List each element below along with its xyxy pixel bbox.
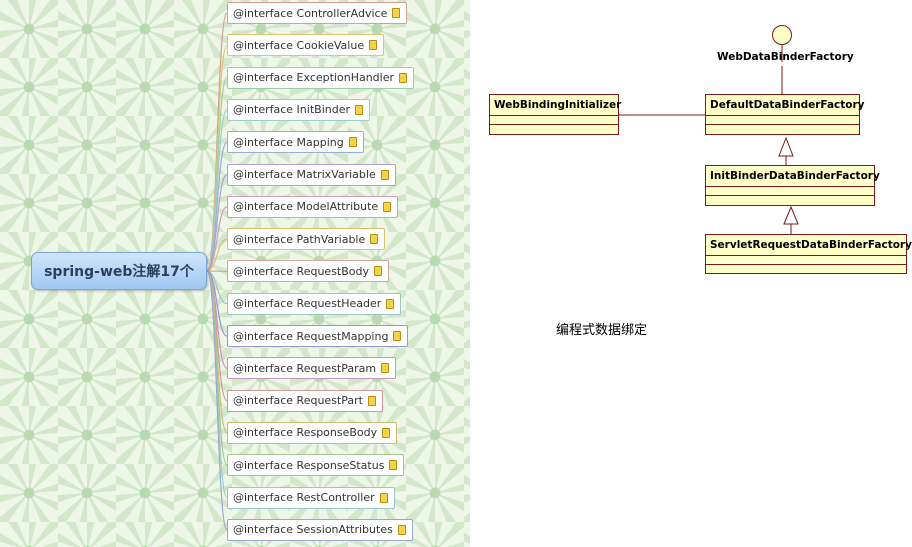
mindmap-branch-node[interactable]: @interface PathVariable bbox=[227, 228, 386, 251]
mindmap-branch-node[interactable]: @interface RequestPart bbox=[227, 389, 383, 412]
branch-label: @interface ControllerAdvice bbox=[233, 6, 388, 20]
interface-lollipop-icon bbox=[772, 25, 792, 45]
branch-label: @interface RequestPart bbox=[233, 394, 363, 408]
class-attributes bbox=[490, 115, 618, 124]
branch-label: @interface Mapping bbox=[233, 135, 344, 149]
branch-label: @interface RequestHeader bbox=[233, 297, 382, 311]
branch-label: @interface RequestBody bbox=[233, 264, 370, 278]
diagram-caption: 编程式数据绑定 bbox=[556, 323, 648, 338]
class-operations bbox=[490, 124, 618, 133]
note-icon[interactable] bbox=[383, 201, 392, 212]
mindmap-branch-node[interactable]: @interface ModelAttribute bbox=[227, 195, 399, 218]
branch-label: @interface ResponseBody bbox=[233, 426, 378, 440]
branch-label: @interface ResponseStatus bbox=[233, 458, 385, 472]
note-icon[interactable] bbox=[386, 298, 395, 309]
class-name: DefaultDataBinderFactory bbox=[710, 99, 865, 111]
uml-class-servlet-request-data-binder-factory[interactable]: ServletRequestDataBinderFactory bbox=[705, 234, 912, 274]
branch-label: @interface RequestMapping bbox=[233, 329, 389, 343]
note-icon[interactable] bbox=[348, 137, 357, 148]
note-icon[interactable] bbox=[399, 72, 408, 83]
note-icon[interactable] bbox=[355, 104, 363, 115]
branch-label: @interface ExceptionHandler bbox=[233, 71, 395, 85]
interface-label: WebDataBinderFactory bbox=[717, 51, 854, 63]
note-icon[interactable] bbox=[374, 266, 383, 277]
note-icon[interactable] bbox=[389, 460, 398, 471]
mindmap-branch-node[interactable]: @interface InitBinder bbox=[227, 98, 370, 121]
note-icon[interactable] bbox=[380, 169, 389, 180]
note-icon[interactable] bbox=[367, 395, 376, 406]
branch-label: @interface ModelAttribute bbox=[233, 200, 379, 214]
uml-class-init-binder-data-binder-factory[interactable]: InitBinderDataBinderFactory bbox=[705, 165, 880, 206]
note-icon[interactable] bbox=[397, 524, 406, 535]
note-icon[interactable] bbox=[379, 492, 388, 503]
class-operations bbox=[706, 264, 906, 273]
mindmap-branch-node[interactable]: @interface RequestParam bbox=[227, 357, 397, 380]
mindmap-branch-node[interactable]: @interface SessionAttributes bbox=[227, 518, 413, 541]
class-name: WebBindingInitializer bbox=[494, 99, 622, 111]
mindmap-branch-node[interactable]: @interface RestController bbox=[227, 486, 395, 509]
mindmap-branch-node[interactable]: @interface CookieValue bbox=[227, 34, 385, 57]
mindmap-branch-node[interactable]: @interface RequestBody bbox=[227, 260, 390, 283]
mindmap-root-node[interactable]: spring-web注解17个 bbox=[31, 252, 207, 290]
generalization-arrow-icon bbox=[778, 136, 794, 157]
class-operations bbox=[706, 124, 859, 133]
mindmap-branch-node[interactable]: @interface ResponseStatus bbox=[227, 454, 405, 477]
class-name: ServletRequestDataBinderFactory bbox=[710, 239, 912, 251]
mindmap-branch-node[interactable]: @interface ExceptionHandler bbox=[227, 66, 415, 89]
note-icon[interactable] bbox=[393, 331, 402, 341]
class-attributes bbox=[706, 115, 859, 124]
mindmap-branch-node[interactable]: @interface RequestMapping bbox=[227, 325, 409, 347]
uml-class-web-binding-initializer[interactable]: WebBindingInitializer bbox=[489, 94, 622, 135]
branch-label: @interface MatrixVariable bbox=[233, 168, 376, 181]
mindmap-branch-node[interactable]: @interface MatrixVariable bbox=[227, 163, 396, 186]
note-icon[interactable] bbox=[381, 363, 390, 374]
mindmap-branch-node[interactable]: @interface ResponseBody bbox=[227, 421, 398, 444]
class-attributes bbox=[706, 186, 874, 195]
mindmap-canvas: spring-web注解17个 @interface ControllerAdv… bbox=[0, 0, 470, 547]
note-icon[interactable] bbox=[392, 8, 401, 18]
class-operations bbox=[706, 195, 874, 204]
note-icon[interactable] bbox=[382, 427, 391, 438]
branch-label: @interface CookieValue bbox=[233, 38, 365, 52]
mindmap-branch-node[interactable]: @interface ControllerAdvice bbox=[227, 2, 408, 24]
class-name: InitBinderDataBinderFactory bbox=[710, 170, 880, 182]
note-icon[interactable] bbox=[370, 234, 379, 245]
class-attributes bbox=[706, 255, 906, 264]
branch-label: @interface RestController bbox=[233, 491, 375, 504]
mindmap-branch-node[interactable]: @interface RequestHeader bbox=[227, 292, 402, 315]
branch-label: @interface SessionAttributes bbox=[233, 523, 393, 537]
uml-class-default-data-binder-factory[interactable]: DefaultDataBinderFactory bbox=[705, 94, 865, 135]
note-icon[interactable] bbox=[369, 40, 378, 51]
branch-label: @interface PathVariable bbox=[233, 232, 366, 246]
branch-label: @interface InitBinder bbox=[233, 103, 350, 117]
generalization-arrow-icon bbox=[783, 205, 799, 225]
mindmap-branch-node[interactable]: @interface Mapping bbox=[227, 131, 364, 154]
branch-label: @interface RequestParam bbox=[233, 361, 377, 375]
